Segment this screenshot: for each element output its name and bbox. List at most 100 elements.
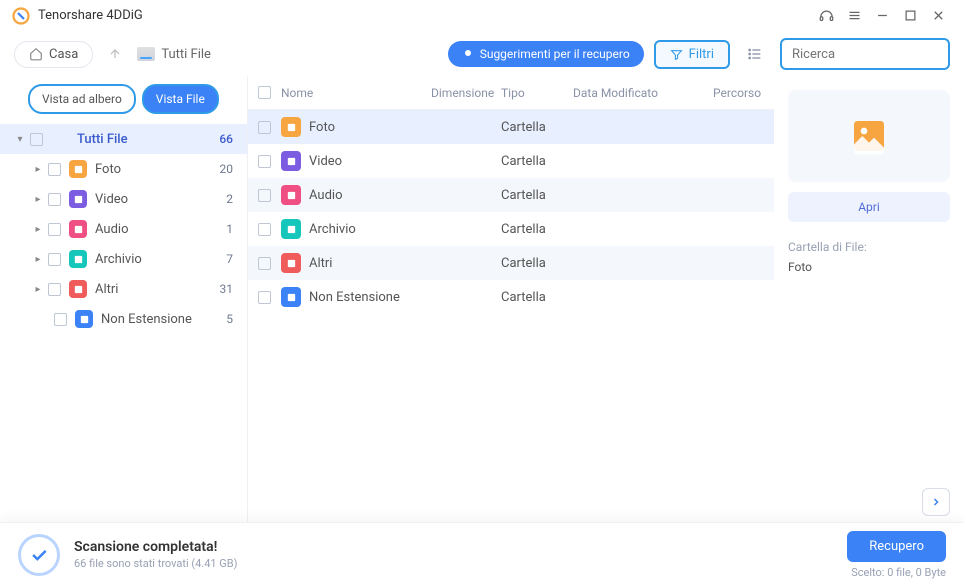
row-name: Altri [309,256,431,271]
tab-tree-view[interactable]: Vista ad albero [28,84,136,114]
view-tabs: Vista ad albero Vista File [0,76,247,124]
tree-item[interactable]: ▸Foto20 [0,154,247,184]
row-type: Cartella [501,290,573,305]
tree-root-label: Tutti File [77,132,128,147]
tree-item[interactable]: Non Estensione 5 [0,304,247,334]
row-icon [281,219,301,239]
tree-item-count: 5 [226,312,233,326]
home-label: Casa [49,47,78,62]
select-all-checkbox[interactable] [258,86,271,99]
row-checkbox[interactable] [258,189,271,202]
row-type: Cartella [501,154,573,169]
chevron-right-icon: ▸ [32,224,44,235]
tree-root-count: 66 [219,132,233,146]
tree-item-count: 2 [226,192,233,206]
tree-item[interactable]: ▸Altri31 [0,274,247,304]
row-icon [281,151,301,171]
open-button[interactable]: Apri [788,192,950,222]
row-name: Video [309,154,431,169]
category-icon [69,250,87,268]
up-button[interactable] [103,42,127,66]
row-checkbox[interactable] [258,257,271,270]
breadcrumb[interactable]: Tutti File [137,47,211,62]
file-pane: Nome Dimensione Tipo Data Modificato Per… [248,76,774,522]
file-tree: ▾ Tutti File 66 ▸Foto20▸Video2▸Audio1▸Ar… [0,124,247,522]
tree-item-label: Altri [95,282,118,297]
support-icon[interactable] [812,2,840,30]
checkbox[interactable] [54,313,67,326]
folder-value: Foto [788,260,950,274]
table-row[interactable]: AudioCartella [248,178,774,212]
checkbox[interactable] [48,253,61,266]
minimize-icon[interactable] [868,2,896,30]
home-icon [29,47,43,61]
table-row[interactable]: ArchivioCartella [248,212,774,246]
home-button[interactable]: Casa [14,41,93,68]
table-row[interactable]: Video Cartella [248,144,774,178]
table-header: Nome Dimensione Tipo Data Modificato Per… [248,76,774,110]
header-type[interactable]: Tipo [501,86,573,100]
category-icon [69,160,87,178]
row-name: Audio [309,188,431,203]
recovery-tips-button[interactable]: Suggerimenti per il recupero [448,41,644,67]
app-title: Tenorshare 4DDiG [38,8,143,23]
scan-complete-icon [18,534,60,576]
checkbox[interactable] [48,193,61,206]
table-row[interactable]: Non EstensioneCartella [248,280,774,314]
breadcrumb-label: Tutti File [161,47,211,62]
preview-thumbnail [788,90,950,182]
header-date[interactable]: Data Modificato [573,86,713,100]
menu-icon[interactable] [840,2,868,30]
chevron-right-icon: ▸ [32,254,44,265]
tree-item-label: Non Estensione [101,312,192,327]
row-name: Foto [309,120,431,135]
filter-icon [670,48,683,61]
lightbulb-icon [462,48,474,60]
close-icon[interactable] [924,2,952,30]
search-box[interactable] [780,38,950,70]
search-input[interactable] [792,47,958,62]
scan-subtitle: 66 file sono stati trovati (4.41 GB) [74,557,237,570]
row-type: Cartella [501,222,573,237]
table-row[interactable]: FotoCartella [248,110,774,144]
tree-item-label: Audio [95,222,128,237]
tree-root[interactable]: ▾ Tutti File 66 [0,124,247,154]
header-size[interactable]: Dimensione [431,86,501,100]
category-icon [69,190,87,208]
checkbox[interactable] [48,283,61,296]
category-icon [75,310,93,328]
row-checkbox[interactable] [258,291,271,304]
row-checkbox[interactable] [258,155,271,168]
tree-item[interactable]: ▸Video2 [0,184,247,214]
row-icon [281,117,301,137]
disk-icon [137,47,155,61]
app-logo-icon [12,7,30,25]
header-name[interactable]: Nome [281,86,431,100]
tree-item[interactable]: ▸Audio1 [0,214,247,244]
filter-button[interactable]: Filtri [654,40,730,69]
row-checkbox[interactable] [258,121,271,134]
image-placeholder-icon [849,116,889,156]
chevron-right-icon: ▸ [32,164,44,175]
row-checkbox[interactable] [258,223,271,236]
tips-label: Suggerimenti per il recupero [480,47,630,61]
checkbox[interactable] [30,133,43,146]
row-type: Cartella [501,256,573,271]
checkbox[interactable] [48,163,61,176]
tree-item[interactable]: ▸Archivio7 [0,244,247,274]
tab-file-view[interactable]: Vista File [142,84,219,114]
sidebar: Vista ad albero Vista File ▾ Tutti File … [0,76,248,522]
maximize-icon[interactable] [896,2,924,30]
row-icon [281,253,301,273]
header-path[interactable]: Percorso [713,86,774,100]
toolbar: Casa Tutti File Suggerimenti per il recu… [0,32,964,76]
chevron-right-icon [930,496,942,508]
chevron-right-icon: ▸ [32,284,44,295]
table-row[interactable]: Altri Cartella [248,246,774,280]
list-view-toggle[interactable] [740,39,770,69]
folder-label: Cartella di File: [788,240,950,254]
recover-button[interactable]: Recupero [847,531,946,562]
checkbox[interactable] [48,223,61,236]
next-button[interactable] [922,488,950,516]
row-icon [281,287,301,307]
